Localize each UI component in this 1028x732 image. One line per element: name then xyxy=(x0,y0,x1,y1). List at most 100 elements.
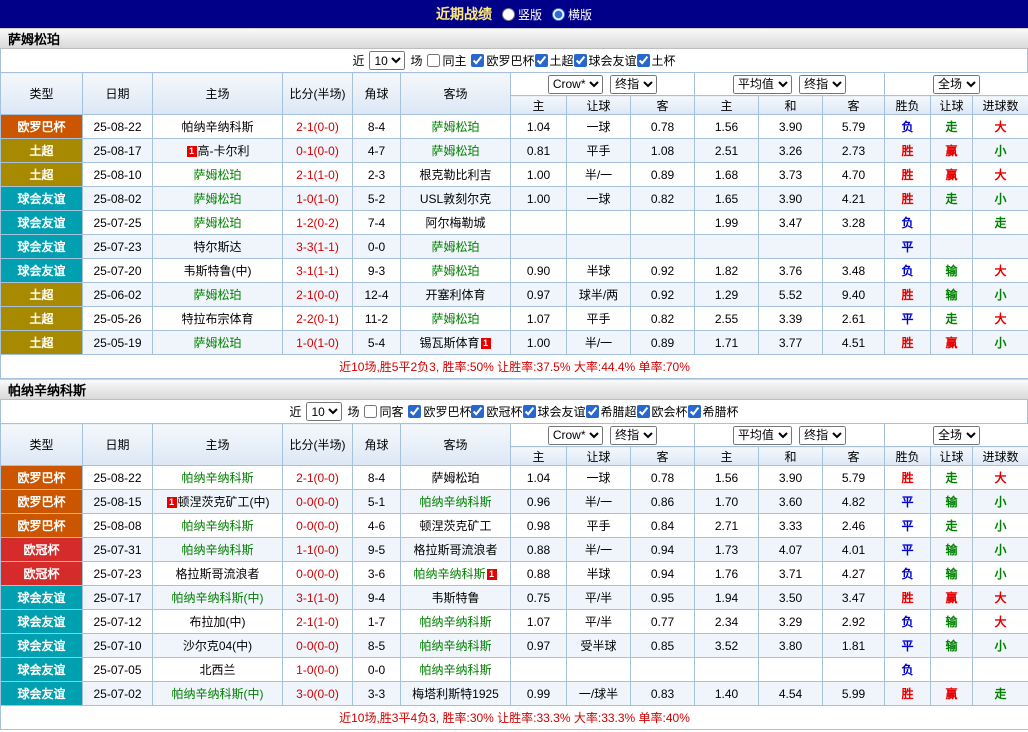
league-checkbox[interactable] xyxy=(586,405,599,418)
home-team[interactable]: 萨姆松珀 xyxy=(153,283,283,307)
corner-count: 9-4 xyxy=(353,586,401,610)
home-team[interactable]: 萨姆松珀 xyxy=(153,187,283,211)
league-checkbox[interactable] xyxy=(574,54,587,67)
league-filter[interactable]: 欧冠杯 xyxy=(471,403,522,420)
away-team[interactable]: 阿尔梅勒城 xyxy=(401,211,511,235)
match-date: 25-07-10 xyxy=(83,634,153,658)
home-team[interactable]: 1高-卡尔利 xyxy=(153,139,283,163)
league-checkbox[interactable] xyxy=(408,405,421,418)
layout-vertical-option[interactable]: 竖版 xyxy=(502,6,542,23)
result-scope-select[interactable]: 全场 xyxy=(933,426,980,445)
odds-source-select[interactable]: Crow* xyxy=(548,426,603,445)
odds-handicap: 一球 xyxy=(567,466,631,490)
home-team[interactable]: 沙尔克04(中) xyxy=(153,634,283,658)
league-filter[interactable]: 球会友谊 xyxy=(574,52,637,69)
league-checkbox[interactable] xyxy=(637,54,650,67)
result-goals: 走 xyxy=(973,211,1028,235)
avg-home: 1.70 xyxy=(695,490,759,514)
away-team[interactable]: 格拉斯哥流浪者 xyxy=(401,538,511,562)
same-away-filter[interactable]: 同客 xyxy=(364,403,403,420)
home-team[interactable]: 布拉加(中) xyxy=(153,610,283,634)
away-team[interactable]: 帕纳辛纳科斯 xyxy=(401,490,511,514)
team-name-header: 帕纳辛纳科斯 xyxy=(0,379,1028,400)
away-team[interactable]: 萨姆松珀 xyxy=(401,307,511,331)
away-team[interactable]: 帕纳辛纳科斯 xyxy=(401,658,511,682)
away-team[interactable]: 萨姆松珀 xyxy=(401,235,511,259)
home-team[interactable]: 韦斯特鲁(中) xyxy=(153,259,283,283)
avg-time-select[interactable]: 终指 xyxy=(799,426,846,445)
odds-source-select[interactable]: Crow* xyxy=(548,75,603,94)
away-team[interactable]: 帕纳辛纳科斯1 xyxy=(401,562,511,586)
league-filter[interactable]: 球会友谊 xyxy=(523,403,586,420)
same-home-checkbox[interactable] xyxy=(427,54,440,67)
league-filter[interactable]: 土超 xyxy=(535,52,574,69)
avg-away: 1.81 xyxy=(823,634,885,658)
away-team[interactable]: 根克勒比利吉 xyxy=(401,163,511,187)
league-filter[interactable]: 欧会杯 xyxy=(637,403,688,420)
away-team[interactable]: 顿涅茨克矿工 xyxy=(401,514,511,538)
home-team[interactable]: 帕纳辛纳科斯(中) xyxy=(153,682,283,706)
match-score: 2-2(0-1) xyxy=(283,307,353,331)
away-team[interactable]: 韦斯特鲁 xyxy=(401,586,511,610)
avg-draw: 3.90 xyxy=(759,115,823,139)
league-filter[interactable]: 欧罗巴杯 xyxy=(471,52,534,69)
match-score: 3-0(0-0) xyxy=(283,682,353,706)
home-team[interactable]: 萨姆松珀 xyxy=(153,211,283,235)
same-home-filter[interactable]: 同主 xyxy=(427,52,466,69)
layout-horizontal-option[interactable]: 横版 xyxy=(552,6,592,23)
home-team[interactable]: 帕纳辛纳科斯 xyxy=(153,514,283,538)
odds-time-select[interactable]: 终指 xyxy=(610,75,657,94)
same-away-checkbox[interactable] xyxy=(364,405,377,418)
layout-horizontal-radio[interactable] xyxy=(552,8,565,21)
league-filter[interactable]: 土杯 xyxy=(637,52,676,69)
league-checkbox[interactable] xyxy=(535,54,548,67)
col-corner-header: 角球 xyxy=(353,424,401,466)
home-team[interactable]: 帕纳辛纳科斯 xyxy=(153,538,283,562)
home-team[interactable]: 北西兰 xyxy=(153,658,283,682)
match-row: 球会友谊 25-07-02 帕纳辛纳科斯(中) 3-0(0-0) 3-3 梅塔利… xyxy=(1,682,1028,706)
away-team[interactable]: 萨姆松珀 xyxy=(401,139,511,163)
odds-time-select[interactable]: 终指 xyxy=(610,426,657,445)
result-scope-select[interactable]: 全场 xyxy=(933,75,980,94)
away-team[interactable]: 开塞利体育 xyxy=(401,283,511,307)
league-checkbox[interactable] xyxy=(471,405,484,418)
result-winloss: 平 xyxy=(885,634,931,658)
league-checkbox[interactable] xyxy=(523,405,536,418)
match-type-badge: 土超 xyxy=(1,139,83,163)
league-filter[interactable]: 欧罗巴杯 xyxy=(408,403,471,420)
home-team[interactable]: 特尔斯达 xyxy=(153,235,283,259)
league-filter[interactable]: 希腊杯 xyxy=(688,403,739,420)
home-team[interactable]: 萨姆松珀 xyxy=(153,331,283,355)
avg-source-select[interactable]: 平均值 xyxy=(733,426,792,445)
away-team[interactable]: 萨姆松珀 xyxy=(401,259,511,283)
layout-vertical-radio[interactable] xyxy=(502,8,515,21)
away-team[interactable]: 帕纳辛纳科斯 xyxy=(401,610,511,634)
league-checkbox[interactable] xyxy=(688,405,701,418)
home-team[interactable]: 帕纳辛纳科斯(中) xyxy=(153,586,283,610)
result-goals: 小 xyxy=(973,187,1028,211)
league-checkbox[interactable] xyxy=(637,405,650,418)
match-date: 25-05-26 xyxy=(83,307,153,331)
home-team[interactable]: 帕纳辛纳科斯 xyxy=(153,466,283,490)
away-team[interactable]: 萨姆松珀 xyxy=(401,115,511,139)
home-team[interactable]: 帕纳辛纳科斯 xyxy=(153,115,283,139)
result-goals xyxy=(973,658,1028,682)
away-team[interactable]: 帕纳辛纳科斯 xyxy=(401,634,511,658)
league-checkbox[interactable] xyxy=(471,54,484,67)
match-count-select[interactable]: 10 xyxy=(369,51,405,70)
match-count-select[interactable]: 10 xyxy=(306,402,342,421)
home-team[interactable]: 格拉斯哥流浪者 xyxy=(153,562,283,586)
home-team[interactable]: 1顿涅茨克矿工(中) xyxy=(153,490,283,514)
avg-source-select[interactable]: 平均值 xyxy=(733,75,792,94)
league-filter[interactable]: 希腊超 xyxy=(586,403,637,420)
home-team[interactable]: 萨姆松珀 xyxy=(153,163,283,187)
home-team[interactable]: 特拉布宗体育 xyxy=(153,307,283,331)
section-panathinaikos: 帕纳辛纳科斯 近 10 场 同客 欧罗巴杯欧冠杯球会友谊希腊超欧会杯希腊杯 类型… xyxy=(0,379,1028,730)
away-team[interactable]: 锡瓦斯体育1 xyxy=(401,331,511,355)
result-handicap: 赢 xyxy=(931,331,973,355)
away-team[interactable]: USL敦刻尔克 xyxy=(401,187,511,211)
avg-time-select[interactable]: 终指 xyxy=(799,75,846,94)
away-team[interactable]: 萨姆松珀 xyxy=(401,466,511,490)
avg-home xyxy=(695,658,759,682)
away-team[interactable]: 梅塔利斯特1925 xyxy=(401,682,511,706)
